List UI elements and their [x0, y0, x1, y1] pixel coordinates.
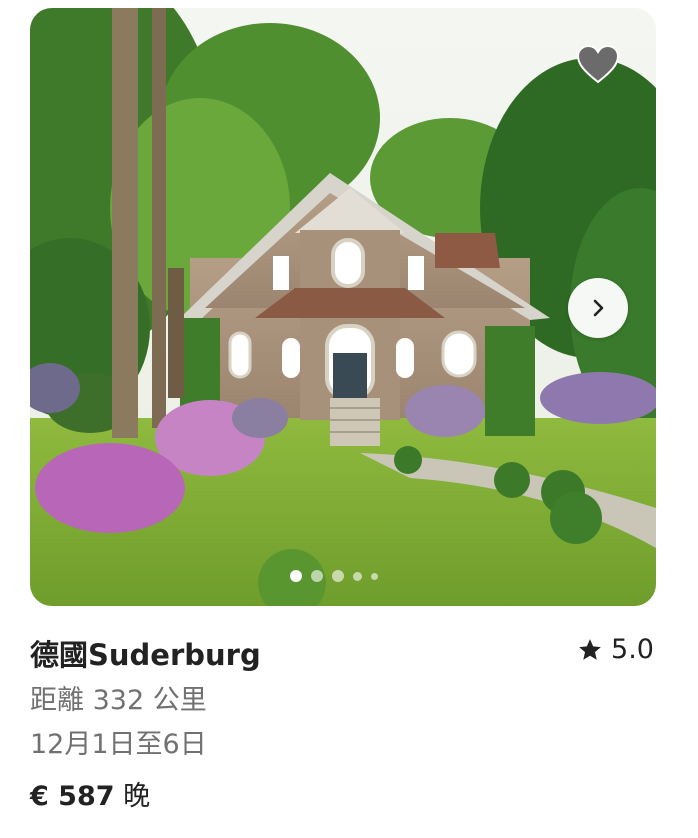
rating: 5.0 — [577, 634, 654, 665]
listing-price: € 587 晚 — [30, 774, 150, 813]
heart-icon — [576, 44, 620, 84]
listing-dates: 12月1日至6日 — [30, 729, 207, 760]
price-unit: 晚 — [123, 781, 151, 812]
carousel-dot[interactable] — [353, 571, 362, 581]
house-photo-image — [30, 8, 656, 606]
listing-photo[interactable] — [30, 8, 656, 606]
listing-card[interactable]: 德國Suderburg 5.0 距離 332 公里 12月1日至6日 € 587… — [0, 0, 698, 838]
price-amount: € 587 — [30, 781, 115, 812]
next-image-button[interactable] — [568, 278, 628, 338]
listing-distance: 距離 332 公里 — [30, 685, 207, 716]
star-icon — [579, 638, 601, 660]
carousel-dot[interactable] — [311, 570, 323, 582]
carousel-dot[interactable] — [332, 570, 344, 582]
carousel-dots — [290, 570, 378, 582]
carousel-dot[interactable] — [371, 572, 378, 580]
carousel-dot[interactable] — [290, 570, 302, 582]
chevron-right-icon — [593, 299, 604, 317]
rating-value: 5.0 — [611, 634, 654, 665]
wishlist-button[interactable] — [570, 38, 626, 90]
listing-title: 德國Suderburg — [30, 638, 261, 672]
